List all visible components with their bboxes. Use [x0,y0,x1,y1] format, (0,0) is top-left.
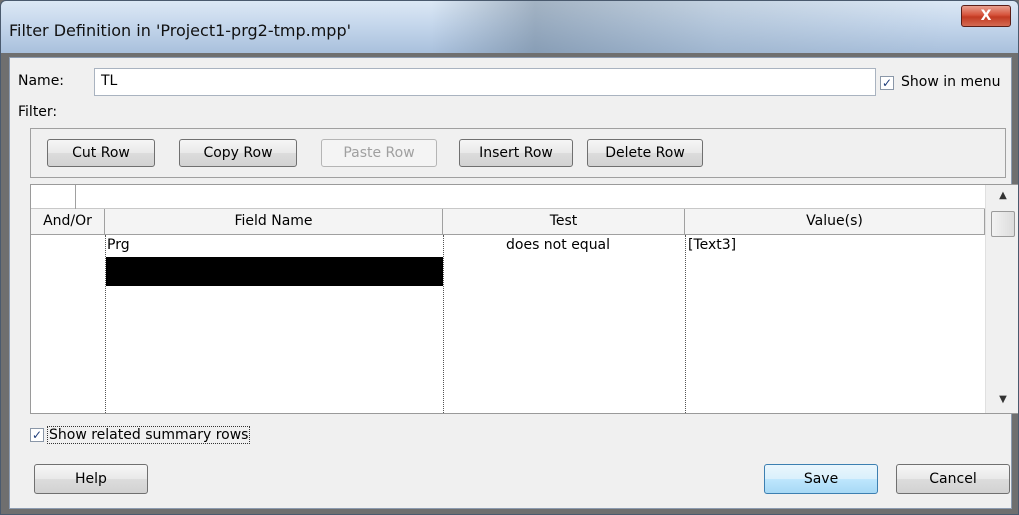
edit-bar-divider [75,185,76,209]
paste-row-button[interactable]: Paste Row [321,139,437,167]
title-bar-glass [431,1,951,53]
close-button[interactable]: X [961,5,1011,27]
help-button[interactable]: Help [34,464,148,494]
show-summary-rows-checkbox[interactable]: ✓ [30,428,44,442]
filter-label: Filter: [18,104,58,120]
name-label: Name: [18,73,65,89]
close-icon: X [980,8,992,24]
cell-edit-bar[interactable] [31,185,985,209]
filter-definition-dialog: Filter Definition in 'Project1-prg2-tmp.… [0,0,1019,515]
cell-values[interactable]: [Text3] [688,237,736,253]
save-button[interactable]: Save [764,464,878,494]
grid-vertical-scrollbar[interactable]: ▲ ▼ [985,185,1018,413]
dialog-body: Name: TL ✓ Show in menu Filter: Cut Row … [9,57,1018,509]
window-title: Filter Definition in 'Project1-prg2-tmp.… [9,21,351,40]
cell-field-name[interactable]: Prg [107,237,130,253]
show-in-menu-label[interactable]: Show in menu [901,74,1000,90]
check-icon: ✓ [31,428,43,442]
cancel-button[interactable]: Cancel [896,464,1010,494]
delete-row-button[interactable]: Delete Row [587,139,703,167]
column-header-field-name[interactable]: Field Name [105,209,443,235]
name-input[interactable]: TL [94,68,876,96]
show-in-menu-checkbox[interactable]: ✓ [880,76,894,90]
cut-row-button[interactable]: Cut Row [47,139,155,167]
column-header-and-or[interactable]: And/Or [31,209,105,235]
scroll-thumb[interactable] [991,211,1015,237]
name-input-value: TL [101,73,118,89]
column-divider [443,235,444,413]
column-divider [685,235,686,413]
show-summary-rows-label[interactable]: Show related summary rows [47,426,251,444]
cell-test[interactable]: does not equal [506,237,610,253]
scroll-up-icon[interactable]: ▲ [986,185,1018,207]
copy-row-button[interactable]: Copy Row [179,139,297,167]
row-toolbar: Cut Row Copy Row Paste Row Insert Row De… [30,128,1006,178]
check-icon: ✓ [881,76,893,90]
filter-criteria-grid: And/Or Field Name Test Value(s) Prg does… [30,184,1018,414]
insert-row-button[interactable]: Insert Row [459,139,573,167]
scroll-down-icon[interactable]: ▼ [986,389,1018,411]
title-bar[interactable]: Filter Definition in 'Project1-prg2-tmp.… [1,1,1018,53]
redacted-region [106,257,443,286]
column-header-values[interactable]: Value(s) [685,209,985,235]
column-header-test[interactable]: Test [443,209,685,235]
